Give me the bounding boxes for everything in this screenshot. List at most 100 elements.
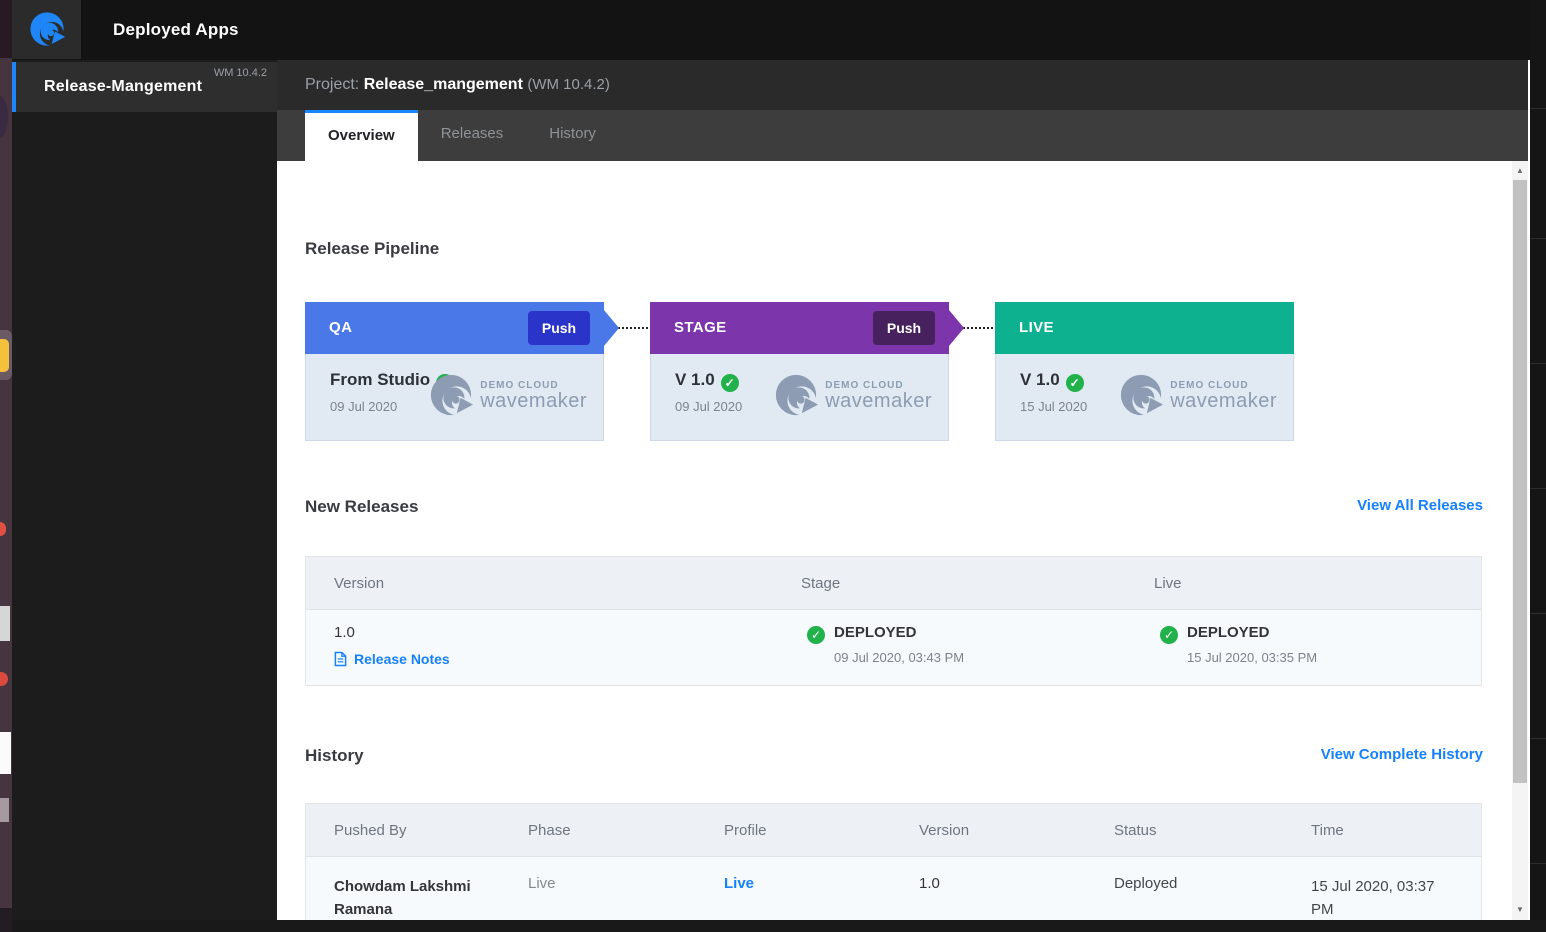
wavemaker-wave-icon	[773, 372, 819, 418]
history-time: 15 Jul 2020, 03:37 PM	[1311, 875, 1456, 920]
column-header-pushed-by: Pushed By	[334, 804, 407, 857]
wavemaker-wave-icon	[1118, 372, 1164, 418]
top-app-bar: Deployed Apps	[12, 0, 1546, 60]
column-header-status: Status	[1114, 804, 1157, 857]
stage-version: V 1.0✓	[1020, 370, 1084, 392]
stage-body: From Studio✓ 09 Jul 2020 DEMO CLOUD wave…	[305, 354, 604, 441]
live-deploy-status: DEPLOYED	[1187, 624, 1270, 641]
project-name: Release_mangement	[364, 76, 523, 93]
background-dock-strip	[0, 0, 12, 932]
view-all-releases-link[interactable]: View All Releases	[1357, 497, 1483, 514]
stage-header: STAGE Push	[650, 302, 949, 354]
stage-name: LIVE	[1019, 302, 1054, 354]
dock-fragment	[0, 0, 12, 58]
background-right-strip	[1530, 0, 1546, 932]
deployed-check-icon: ✓	[1160, 626, 1178, 644]
main-panel: Project: Release_mangement (WM 10.4.2) O…	[277, 60, 1528, 920]
pipeline-stage-card-live: LIVE V 1.0✓ 15 Jul 2020	[995, 302, 1294, 441]
push-button[interactable]: Push	[873, 311, 935, 345]
pipeline-stage-card-stage: STAGE Push V 1.0✓ 09 Jul 2020	[650, 302, 949, 441]
stage-header: QA Push	[305, 302, 604, 354]
sidebar-project-name: Release-Mangement	[44, 78, 202, 96]
dock-icon-fragment	[0, 339, 9, 372]
table-row: 1.0 Release Notes ✓ DEPLOYED 09 Jul 2020…	[306, 610, 1481, 685]
view-complete-history-link[interactable]: View Complete History	[1321, 746, 1483, 763]
table-header-row: Pushed By Phase Profile Version Status T…	[306, 804, 1481, 857]
stage-version: V 1.0✓	[675, 370, 739, 392]
column-header-stage: Stage	[801, 557, 840, 610]
dock-icon-fragment	[0, 732, 11, 774]
deployed-check-icon: ✓	[807, 626, 825, 644]
demo-cloud-logo: DEMO CLOUD wavemaker	[428, 372, 587, 418]
deployed-check-icon: ✓	[721, 374, 739, 392]
stage-arrow-icon	[949, 310, 964, 346]
stage-header: LIVE	[995, 302, 1294, 354]
page-title: Deployed Apps	[113, 0, 239, 60]
pipeline-stage-card-qa: QA Push From Studio✓ 09 Jul 2020	[305, 302, 604, 441]
history-title: History	[305, 746, 364, 766]
release-notes-link[interactable]: Release Notes	[334, 651, 450, 667]
logo-text-small: DEMO CLOUD	[480, 380, 587, 391]
logo-text-large: wavemaker	[1170, 391, 1277, 411]
scrollbar-thumb[interactable]	[1513, 180, 1527, 783]
wavemaker-wave-icon	[428, 372, 474, 418]
demo-cloud-logo: DEMO CLOUD wavemaker	[1118, 372, 1277, 418]
column-header-version: Version	[919, 804, 969, 857]
vertical-scrollbar[interactable]: ▲ ▼	[1512, 161, 1528, 920]
projects-sidebar: Release-Mangement WM 10.4.2	[12, 60, 277, 920]
logo-text-small: DEMO CLOUD	[1170, 380, 1277, 391]
wavemaker-wave-icon	[28, 10, 66, 48]
stage-name: QA	[329, 302, 352, 354]
project-header: Project: Release_mangement (WM 10.4.2)	[277, 60, 1528, 110]
history-status: Deployed	[1114, 875, 1177, 892]
table-row: Chowdam Lakshmi Ramana Live Live 1.0 Dep…	[306, 857, 1481, 920]
stage-body: V 1.0✓ 09 Jul 2020 DEMO CLOUD wavemaker	[650, 354, 949, 441]
scroll-up-icon[interactable]: ▲	[1512, 163, 1528, 179]
stage-arrow-icon	[604, 310, 619, 346]
history-profile-link[interactable]: Live	[724, 875, 754, 892]
logo-text-small: DEMO CLOUD	[825, 380, 932, 391]
push-button[interactable]: Push	[528, 311, 590, 345]
history-table: Pushed By Phase Profile Version Status T…	[305, 803, 1482, 920]
sidebar-item-release-mangement[interactable]: Release-Mangement WM 10.4.2	[12, 62, 277, 112]
dock-icon-fragment	[0, 522, 6, 536]
project-version: (WM 10.4.2)	[527, 76, 610, 93]
table-header-row: Version Stage Live	[306, 557, 1481, 610]
stage-body: V 1.0✓ 15 Jul 2020 DEMO CLOUD wavemaker	[995, 354, 1294, 441]
project-label: Project:	[305, 76, 359, 93]
stage-name: STAGE	[674, 302, 727, 354]
logo-text-large: wavemaker	[480, 391, 587, 411]
dock-icon-fragment	[0, 672, 8, 686]
tab-history[interactable]: History	[526, 110, 619, 161]
dock-icon-fragment	[0, 798, 9, 822]
live-deploy-time: 15 Jul 2020, 03:35 PM	[1187, 650, 1317, 665]
new-releases-title: New Releases	[305, 497, 418, 517]
dock-icon-fragment	[0, 96, 8, 138]
overview-content: Release Pipeline QA Push From Studio✓ 09…	[277, 161, 1512, 920]
new-releases-table: Version Stage Live 1.0 Release Notes ✓ D…	[305, 556, 1482, 686]
wavemaker-logo-button[interactable]	[12, 0, 81, 59]
logo-text-large: wavemaker	[825, 391, 932, 411]
stage-deploy-status: DEPLOYED	[834, 624, 917, 641]
column-header-phase: Phase	[528, 804, 571, 857]
dock-icon-fragment	[0, 606, 10, 641]
column-header-profile: Profile	[724, 804, 767, 857]
deployed-check-icon: ✓	[1066, 374, 1084, 392]
stage-date: 09 Jul 2020	[675, 399, 742, 414]
background-bottom-strip	[12, 920, 1546, 932]
tab-bar: Overview Releases History	[277, 110, 1528, 161]
scroll-down-icon[interactable]: ▼	[1512, 902, 1528, 918]
stage-date: 09 Jul 2020	[330, 399, 397, 414]
history-pushed-by: Chowdam Lakshmi Ramana	[334, 875, 494, 920]
sidebar-project-version: WM 10.4.2	[214, 67, 267, 79]
stage-deploy-time: 09 Jul 2020, 03:43 PM	[834, 650, 964, 665]
document-icon	[334, 651, 347, 667]
history-version: 1.0	[919, 875, 940, 892]
stage-date: 15 Jul 2020	[1020, 399, 1087, 414]
column-header-version: Version	[334, 557, 384, 610]
release-version: 1.0	[334, 624, 355, 641]
release-pipeline-title: Release Pipeline	[305, 239, 439, 259]
demo-cloud-logo: DEMO CLOUD wavemaker	[773, 372, 932, 418]
tab-overview[interactable]: Overview	[305, 110, 418, 161]
tab-releases[interactable]: Releases	[418, 110, 527, 161]
